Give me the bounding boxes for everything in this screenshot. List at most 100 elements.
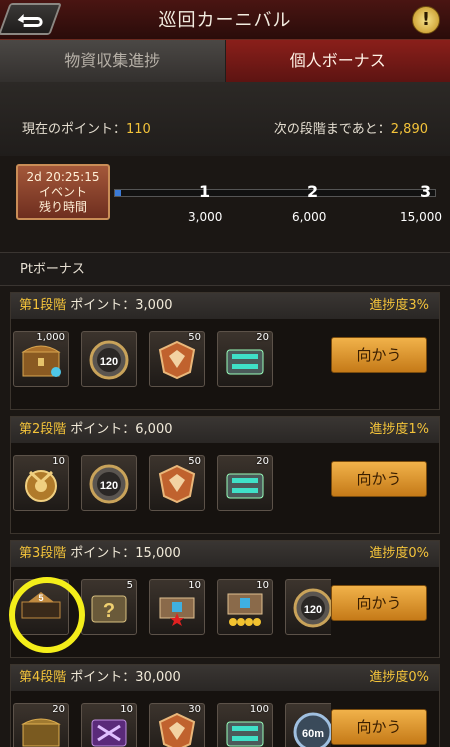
reward-count: 100 xyxy=(249,704,269,715)
reward-item[interactable]: 10 xyxy=(81,703,137,747)
stage-points: ポイント：6,000 xyxy=(70,422,173,437)
tab-personal-bonus[interactable]: 個人ボーナス xyxy=(225,40,450,82)
reward-item[interactable]: 10 xyxy=(149,579,205,635)
current-points-value: 110 xyxy=(126,122,151,137)
page-title: 巡回カーニバル xyxy=(158,10,292,31)
progress-fill xyxy=(115,190,122,196)
go-button[interactable]: 向かう xyxy=(331,337,427,373)
reward-count: 50 xyxy=(188,332,201,343)
stage-name: 第1段階 xyxy=(19,298,67,313)
timer-label-1: イベント xyxy=(38,185,87,199)
current-points: 現在のポイント：110 xyxy=(22,118,151,137)
reward-items: 1,000 120 50 20 xyxy=(13,331,331,391)
go-button[interactable]: 向かう xyxy=(331,585,427,621)
stage-name: 第3段階 xyxy=(19,546,67,561)
stage-header: 第2段階 ポイント：6,000 進捗度1% xyxy=(11,417,439,443)
reward-items: 10 120 50 20 xyxy=(13,455,331,515)
speedup-120-icon: 120 xyxy=(292,588,331,628)
next-stage-points: 次の段階まであと：2,890 xyxy=(274,118,428,137)
stage-header: 第1段階 ポイント：3,000 進捗度3% xyxy=(11,293,439,319)
stage-points: ポイント：15,000 xyxy=(70,546,181,561)
reward-item[interactable]: 50 xyxy=(149,331,205,387)
reward-item[interactable]: 20 xyxy=(217,455,273,511)
reward-items: 20 10 30 100 60m xyxy=(13,703,331,747)
chest-4star-icon xyxy=(224,588,266,628)
next-stage-label: 次の段階まであと： xyxy=(273,122,391,137)
timer-label-2: 残り時間 xyxy=(38,200,87,214)
reward-item[interactable]: ? 5 xyxy=(81,579,137,635)
go-button[interactable]: 向かう xyxy=(331,709,427,745)
stage-card: 第1段階 ポイント：3,000 進捗度3% 1,000 120 50 20 向かう xyxy=(10,292,440,410)
step-1-number: 1 xyxy=(199,182,211,201)
reward-count: 20 xyxy=(256,456,269,467)
reward-item[interactable]: 100 xyxy=(217,703,273,747)
step-3-number: 3 xyxy=(420,182,432,201)
stage-card: 第4段階 ポイント：30,000 進捗度0% 20 10 30 100 60m 向かう xyxy=(10,664,440,747)
svg-text:120: 120 xyxy=(304,604,322,616)
header-bar: 巡回カーニバル ! xyxy=(0,0,450,40)
badge-icon xyxy=(156,340,198,380)
stage-points: ポイント：3,000 xyxy=(70,298,173,313)
highlight-circle xyxy=(9,577,85,653)
reward-count: 10 xyxy=(256,580,269,591)
tab-material-collection[interactable]: 物資収集進捗 xyxy=(0,40,226,82)
reward-item[interactable]: 120 xyxy=(81,455,137,511)
stage-progress: 進捗度0% xyxy=(369,546,429,561)
step-3-value: 15,000 xyxy=(400,210,442,224)
treasure-chest-icon xyxy=(20,340,62,380)
reward-item[interactable]: 20 xyxy=(13,703,69,747)
stage-progress: 進捗度0% xyxy=(369,670,429,685)
reward-count: 5 xyxy=(126,580,133,591)
reward-count: 10 xyxy=(52,456,65,467)
help-icon[interactable]: ! xyxy=(412,6,440,34)
speedup-120-icon: 120 xyxy=(88,340,130,380)
svg-text:60m: 60m xyxy=(302,728,324,740)
reward-item[interactable]: 20 xyxy=(217,331,273,387)
mystery-box-icon: ? xyxy=(88,588,130,628)
reward-item[interactable]: 60m xyxy=(285,703,331,747)
next-stage-value: 2,890 xyxy=(390,122,428,137)
reward-count: 20 xyxy=(256,332,269,343)
stage-progress: 進捗度3% xyxy=(369,298,429,313)
progress-track xyxy=(114,189,436,197)
supply-crate-icon xyxy=(224,712,266,747)
tab-bar: 物資収集進捗 個人ボーナス xyxy=(0,40,450,82)
reward-count: 1,000 xyxy=(36,332,65,343)
current-points-label: 現在のポイント： xyxy=(22,122,127,137)
step-2-value: 6,000 xyxy=(292,210,327,224)
stage-name: 第4段階 xyxy=(19,670,67,685)
stage-points: ポイント：30,000 xyxy=(70,670,181,685)
svg-text:120: 120 xyxy=(100,480,118,492)
supply-crate-icon xyxy=(224,464,266,504)
step-2-number: 2 xyxy=(307,182,319,201)
stage-progress: 進捗度1% xyxy=(369,422,429,437)
reward-item[interactable]: 120 xyxy=(285,579,331,635)
go-button[interactable]: 向かう xyxy=(331,461,427,497)
svg-text:120: 120 xyxy=(100,356,118,368)
stage-name: 第2段階 xyxy=(19,422,67,437)
medal-icon xyxy=(20,464,62,504)
reward-item[interactable]: 10 xyxy=(13,455,69,511)
gold-chest-icon xyxy=(20,712,62,747)
chest-1star-icon xyxy=(156,588,198,628)
event-timer: 2d 20:25:15 イベント 残り時間 xyxy=(16,164,110,220)
timer-time: 2d 20:25:15 xyxy=(26,170,100,184)
reward-item[interactable]: 1,000 xyxy=(13,331,69,387)
section-title: Ptボーナス xyxy=(0,252,450,286)
reward-item[interactable]: 30 xyxy=(149,703,205,747)
supply-crate-icon xyxy=(224,340,266,380)
stage-card: 第3段階 ポイント：15,000 進捗度0% 5? 5 10 10 120 向かう xyxy=(9,540,440,658)
reward-count: 20 xyxy=(52,704,65,715)
reward-item[interactable]: 10 xyxy=(217,579,273,635)
reward-count: 50 xyxy=(188,456,201,467)
progress-timeline: 2d 20:25:15 イベント 残り時間 1 2 3 3,000 6,000 … xyxy=(0,156,450,234)
reward-count: 30 xyxy=(188,704,201,715)
step-1-value: 3,000 xyxy=(188,210,223,224)
reward-item[interactable]: 50 xyxy=(149,455,205,511)
points-panel: 現在のポイント：110 次の段階まであと：2,890 xyxy=(0,82,450,156)
reward-item[interactable]: 120 xyxy=(81,331,137,387)
stage-card: 第2段階 ポイント：6,000 進捗度1% 10 120 50 20 向かう xyxy=(10,416,440,534)
stage-header: 第3段階 ポイント：15,000 進捗度0% xyxy=(11,541,439,567)
reward-count: 10 xyxy=(120,704,133,715)
reward-count: 10 xyxy=(188,580,201,591)
